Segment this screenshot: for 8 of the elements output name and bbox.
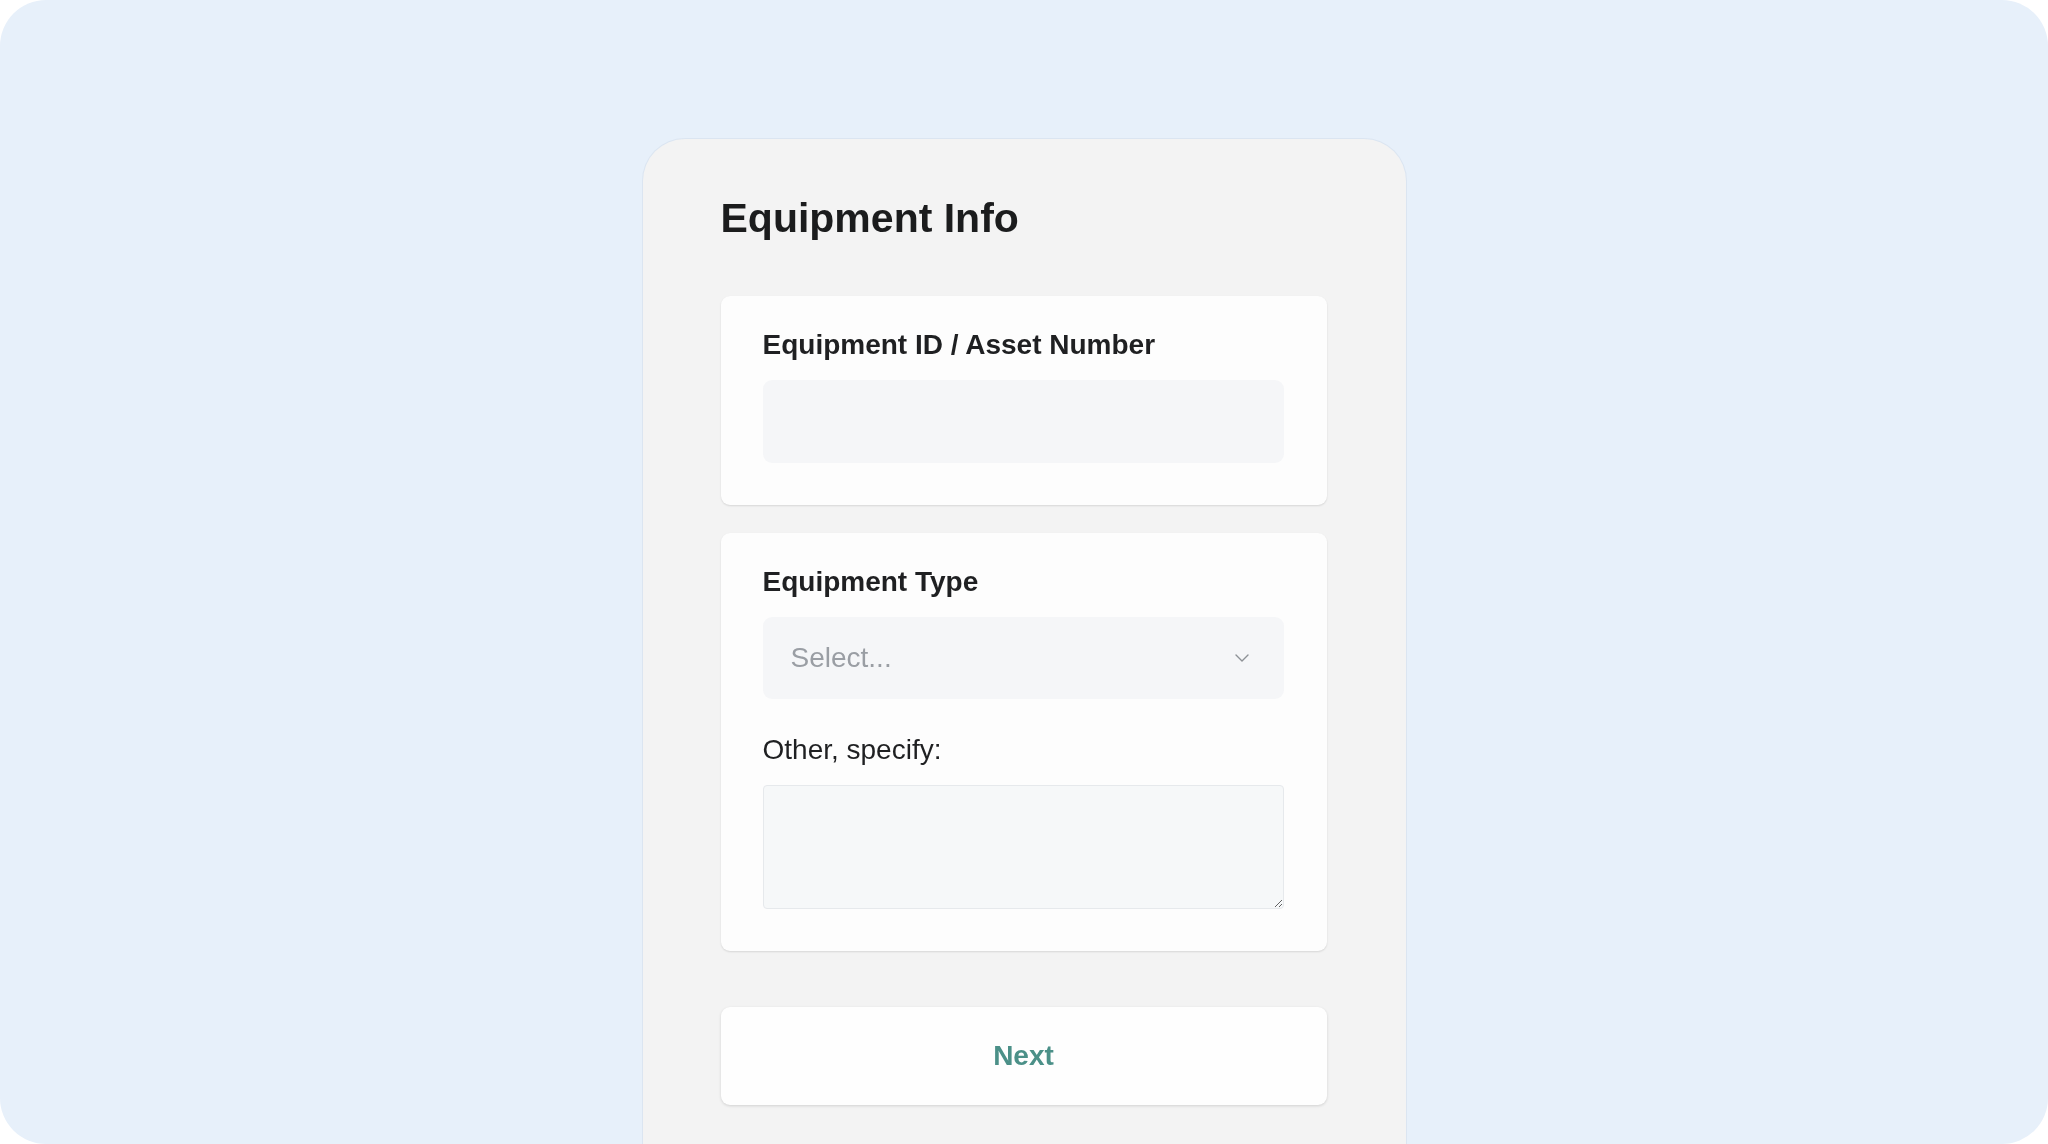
field-label: Other, specify:	[762, 733, 942, 767]
text-area[interactable]	[762, 785, 1284, 909]
field-label: Equipment ID / Asset Number	[762, 328, 1156, 362]
next-button[interactable]: Next	[720, 1007, 1327, 1105]
form-title: Equipment Info	[720, 194, 1019, 242]
field-label: Equipment Type	[762, 565, 979, 599]
chevron-down-icon	[1234, 654, 1249, 662]
dropdown-field[interactable]: Select...	[762, 617, 1284, 699]
